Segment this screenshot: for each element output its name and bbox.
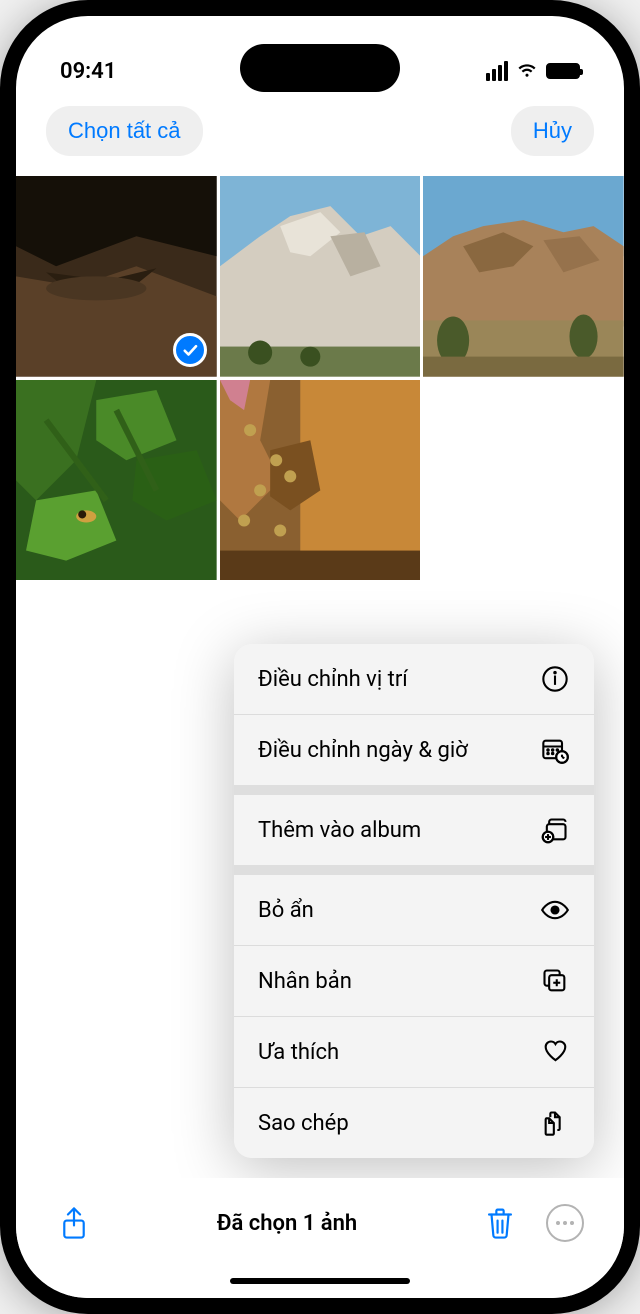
- copy-icon: [540, 1108, 570, 1138]
- selected-check-icon: [173, 333, 207, 367]
- menu-add-to-album[interactable]: Thêm vào album: [234, 795, 594, 865]
- status-right: [486, 58, 580, 84]
- home-indicator[interactable]: [230, 1278, 410, 1284]
- cancel-button[interactable]: Hủy: [511, 106, 594, 156]
- menu-favorite[interactable]: Ưa thích: [234, 1017, 594, 1087]
- photo-thumbnail[interactable]: [423, 176, 624, 377]
- menu-label: Ưa thích: [258, 1040, 339, 1065]
- context-menu: Điều chỉnh vị trí Điều chỉnh ngày & giờ …: [234, 644, 594, 1158]
- selection-count-label: Đã chọn 1 ảnh: [217, 1211, 357, 1236]
- photo-thumbnail[interactable]: [220, 380, 421, 581]
- menu-adjust-datetime[interactable]: Điều chỉnh ngày & giờ: [234, 715, 594, 785]
- photo-thumbnail[interactable]: [16, 380, 217, 581]
- trash-button[interactable]: [482, 1205, 518, 1241]
- duplicate-icon: [540, 966, 570, 996]
- ellipsis-icon: [556, 1221, 574, 1225]
- battery-icon: [546, 63, 580, 79]
- wifi-icon: [516, 58, 538, 84]
- menu-label: Điều chỉnh vị trí: [258, 667, 408, 692]
- more-button[interactable]: [546, 1204, 584, 1242]
- menu-copy[interactable]: Sao chép: [234, 1088, 594, 1158]
- eye-icon: [540, 895, 570, 925]
- info-circle-icon: [540, 664, 570, 694]
- menu-label: Bỏ ẩn: [258, 898, 314, 923]
- cellular-signal-icon: [486, 61, 508, 81]
- menu-label: Thêm vào album: [258, 818, 421, 843]
- menu-label: Sao chép: [258, 1111, 349, 1136]
- heart-icon: [540, 1037, 570, 1067]
- phone-frame: 09:41 Chọn tất cả Hủy: [0, 0, 640, 1314]
- menu-unhide[interactable]: Bỏ ẩn: [234, 875, 594, 945]
- album-add-icon: [540, 815, 570, 845]
- menu-adjust-location[interactable]: Điều chỉnh vị trí: [234, 644, 594, 714]
- share-button[interactable]: [56, 1205, 92, 1241]
- nav-bar: Chọn tất cả Hủy: [16, 96, 624, 176]
- status-time: 09:41: [60, 59, 116, 84]
- select-all-button[interactable]: Chọn tất cả: [46, 106, 203, 156]
- calendar-clock-icon: [540, 735, 570, 765]
- phone-screen: 09:41 Chọn tất cả Hủy: [16, 16, 624, 1298]
- menu-duplicate[interactable]: Nhân bản: [234, 946, 594, 1016]
- photo-thumbnail[interactable]: [220, 176, 421, 377]
- photo-thumbnail[interactable]: [16, 176, 217, 377]
- menu-label: Nhân bản: [258, 969, 352, 994]
- dynamic-island: [240, 44, 400, 92]
- photo-grid: [16, 176, 624, 580]
- menu-label: Điều chỉnh ngày & giờ: [258, 738, 468, 763]
